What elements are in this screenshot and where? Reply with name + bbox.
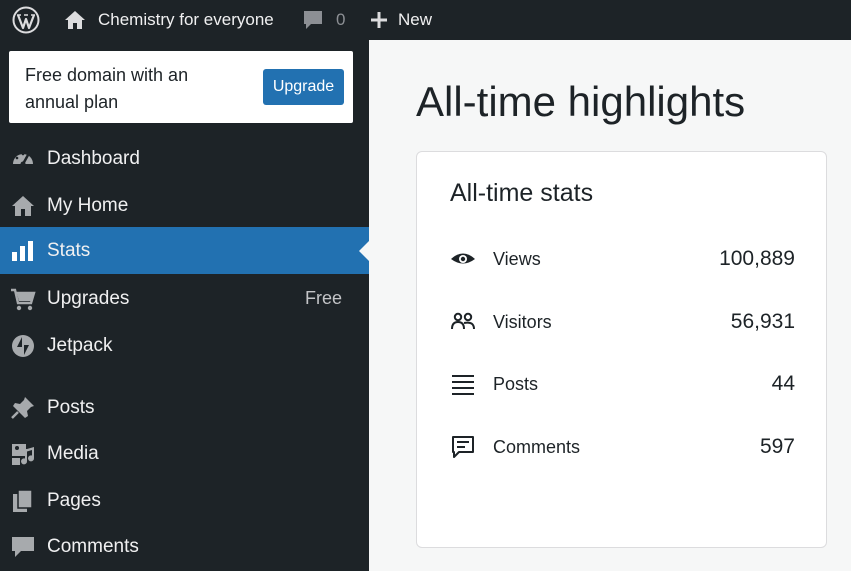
home-icon xyxy=(65,11,85,29)
stat-row-posts: Posts 44 xyxy=(450,368,795,400)
stats-icon xyxy=(12,241,33,261)
upgrade-promo: Free domain with an annual plan Upgrade xyxy=(9,51,353,123)
comments-count: 0 xyxy=(336,10,346,29)
upgrades-badge: Free xyxy=(304,288,342,308)
home-icon xyxy=(12,196,34,216)
active-indicator xyxy=(359,241,369,261)
sidebar-item-jetpack[interactable]: Jetpack xyxy=(0,322,369,369)
dashboard-icon xyxy=(13,152,33,167)
sidebar-item-label: Pages xyxy=(47,489,101,511)
media-icon xyxy=(12,444,35,465)
stat-row-visitors: Visitors 56,931 xyxy=(450,306,795,338)
sidebar-item-posts[interactable]: Posts xyxy=(0,384,369,431)
main-content: All-time highlights All-time stats Views… xyxy=(369,40,851,571)
new-content-button[interactable]: New xyxy=(370,0,432,40)
sidebar-item-media[interactable]: Media xyxy=(0,430,369,477)
sidebar-item-label: Jetpack xyxy=(47,334,113,356)
sidebar-item-label: Dashboard xyxy=(47,147,140,169)
sidebar: Free domain with an annual plan Upgrade … xyxy=(0,40,369,571)
site-name-link[interactable]: Chemistry for everyone xyxy=(64,0,274,40)
sidebar-item-label: Media xyxy=(47,442,99,464)
sidebar-item-my-home[interactable]: My Home xyxy=(0,182,369,229)
comments-link[interactable]: 0 xyxy=(302,0,345,40)
page-title: All-time highlights xyxy=(416,78,746,125)
lines-icon xyxy=(452,375,474,395)
all-time-stats-card: All-time stats Views 100,889 Visitors 56… xyxy=(416,151,827,548)
stat-label: Posts xyxy=(493,373,539,394)
stat-value: 44 xyxy=(771,372,795,395)
eye-icon xyxy=(451,253,475,264)
sidebar-item-label: Posts xyxy=(47,396,95,418)
pin-icon xyxy=(11,397,34,419)
people-icon xyxy=(451,312,475,330)
stat-row-views: Views 100,889 xyxy=(450,243,795,275)
site-name: Chemistry for everyone xyxy=(98,10,274,29)
sidebar-item-upgrades[interactable]: Upgrades Free xyxy=(0,275,369,322)
sidebar-item-label: My Home xyxy=(47,194,129,216)
cart-icon xyxy=(11,288,36,311)
wordpress-icon xyxy=(12,6,40,34)
sidebar-item-label: Upgrades xyxy=(47,287,130,309)
sidebar-item-label: Comments xyxy=(47,535,139,557)
plus-icon xyxy=(371,12,387,28)
stat-value: 100,889 xyxy=(719,247,795,270)
wordpress-logo-button[interactable] xyxy=(12,0,40,40)
comment-outline-icon xyxy=(452,436,474,458)
stat-label: Views xyxy=(493,248,541,269)
new-label: New xyxy=(398,10,433,29)
sidebar-item-label: Stats xyxy=(47,239,91,261)
admin-bar: Chemistry for everyone 0 New xyxy=(0,0,851,40)
stat-label: Visitors xyxy=(493,311,552,332)
comment-icon xyxy=(304,11,322,29)
sidebar-item-stats[interactable]: Stats xyxy=(0,227,369,274)
stat-row-comments: Comments 597 xyxy=(450,431,795,463)
promo-text: Free domain with an annual plan xyxy=(25,65,189,112)
jetpack-icon xyxy=(12,335,34,357)
sidebar-item-dashboard[interactable]: Dashboard xyxy=(0,135,369,182)
stat-label: Comments xyxy=(493,436,581,457)
card-title: All-time stats xyxy=(450,179,594,207)
stat-value: 597 xyxy=(759,435,795,458)
pages-icon xyxy=(13,489,33,512)
sidebar-item-comments[interactable]: Comments xyxy=(0,523,369,570)
comment-icon xyxy=(12,537,34,557)
stat-value: 56,931 xyxy=(730,310,795,333)
sidebar-item-pages[interactable]: Pages xyxy=(0,477,369,524)
upgrade-button[interactable]: Upgrade xyxy=(263,69,344,105)
